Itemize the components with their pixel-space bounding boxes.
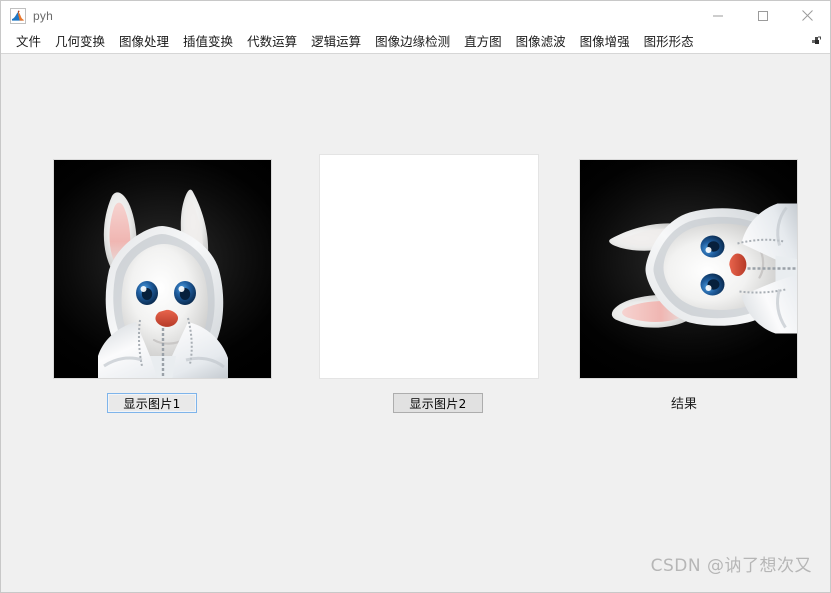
window-title: pyh xyxy=(33,8,53,23)
image-panel-left[interactable] xyxy=(53,159,272,379)
csdn-watermark: CSDN @讷了想次又 xyxy=(650,556,812,576)
menu-item-image-filtering[interactable]: 图像滤波 xyxy=(509,33,573,52)
maximize-icon[interactable] xyxy=(740,1,785,30)
menu-item-file[interactable]: 文件 xyxy=(9,33,48,52)
menu-item-geometric-transform[interactable]: 几何变换 xyxy=(48,33,112,52)
result-caption: 结果 xyxy=(670,397,697,412)
menu-item-morphology[interactable]: 图形形态 xyxy=(637,33,701,52)
menu-bar: 文件 几何变换 图像处理 插值变换 代数运算 逻辑运算 图像边缘检测 直方图 图… xyxy=(1,31,830,54)
matlab-icon xyxy=(10,7,26,24)
menu-item-histogram[interactable]: 直方图 xyxy=(457,33,509,52)
client-area: 显示图片1 显示图片2 结果 CSDN @讷了想次又 xyxy=(1,54,830,592)
rabbit-image-rotated xyxy=(580,160,797,378)
close-icon[interactable] xyxy=(785,1,830,30)
menu-item-logical-operations[interactable]: 逻辑运算 xyxy=(304,33,368,52)
menu-item-image-processing[interactable]: 图像处理 xyxy=(112,33,176,52)
menu-item-image-enhancement[interactable]: 图像增强 xyxy=(573,33,637,52)
image-panel-right[interactable] xyxy=(579,159,798,379)
window-controls xyxy=(695,1,830,30)
rabbit-image-original xyxy=(54,160,271,378)
application-window: pyh 文件 几何变换 图像处理 插值变换 代数运算 逻辑运算 图像边缘检测 直… xyxy=(0,0,831,593)
show-image-1-button[interactable]: 显示图片1 xyxy=(107,393,197,413)
minimize-icon[interactable] xyxy=(695,1,740,30)
show-image-2-button[interactable]: 显示图片2 xyxy=(393,393,483,413)
menu-overflow-icon[interactable] xyxy=(810,34,822,46)
menu-item-edge-detection[interactable]: 图像边缘检测 xyxy=(368,33,457,52)
menu-item-algebraic-operations[interactable]: 代数运算 xyxy=(240,33,304,52)
menu-item-interpolation-transform[interactable]: 插值变换 xyxy=(176,33,240,52)
image-panel-middle[interactable] xyxy=(319,154,539,379)
title-bar: pyh xyxy=(1,1,830,31)
